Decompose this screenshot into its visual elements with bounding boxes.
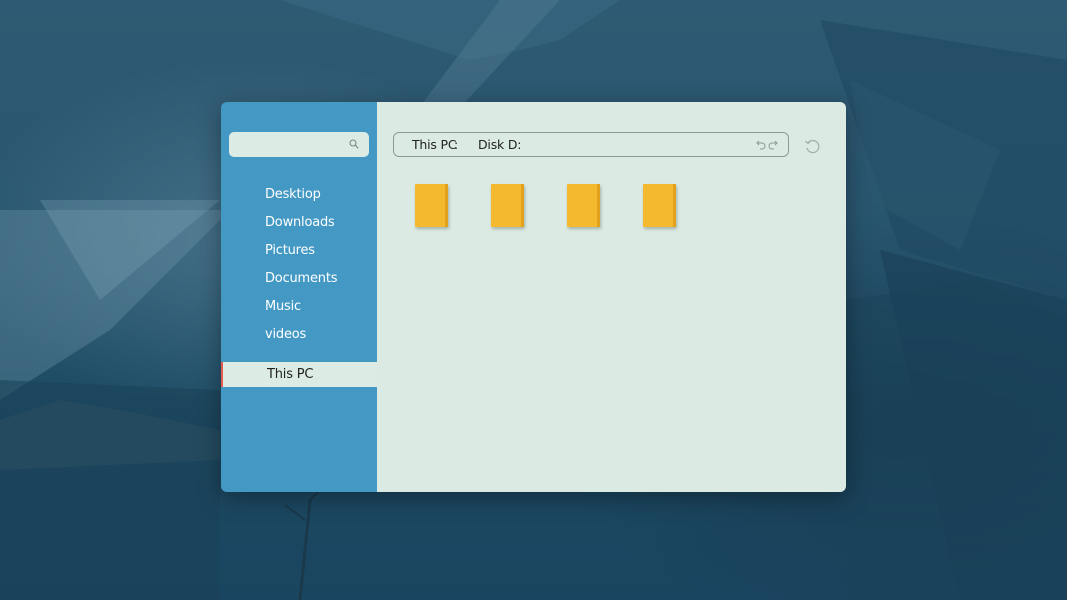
breadcrumb-separator: : [454, 137, 459, 152]
file-item[interactable] [491, 184, 525, 228]
sidebar: Desktiop Downloads Pictures Documents Mu… [221, 102, 377, 492]
file-explorer-window: Desktiop Downloads Pictures Documents Mu… [221, 102, 846, 492]
document-icon [567, 184, 600, 227]
file-item[interactable] [643, 184, 677, 228]
content-pane: This PC : Disk D: [377, 102, 846, 492]
document-icon [491, 184, 524, 227]
document-icon [643, 184, 676, 227]
sidebar-item-desktop[interactable]: Desktiop [221, 181, 377, 209]
search-icon[interactable] [349, 139, 359, 149]
sidebar-item-videos[interactable]: videos [221, 321, 377, 349]
redo-icon[interactable] [768, 139, 778, 150]
breadcrumb-this-pc[interactable]: This PC [412, 137, 457, 152]
document-icon [415, 184, 448, 227]
undo-icon[interactable] [756, 139, 766, 150]
file-item[interactable] [415, 184, 449, 228]
search-box[interactable] [229, 132, 369, 157]
sidebar-item-documents[interactable]: Documents [221, 265, 377, 293]
file-grid [415, 184, 719, 228]
sidebar-item-pictures[interactable]: Pictures [221, 237, 377, 265]
sidebar-item-music[interactable]: Music [221, 293, 377, 321]
sidebar-item-downloads[interactable]: Downloads [221, 209, 377, 237]
sidebar-item-this-pc[interactable]: This PC [221, 362, 377, 387]
sidebar-nav: Desktiop Downloads Pictures Documents Mu… [221, 181, 377, 349]
search-input[interactable] [235, 134, 349, 157]
file-item[interactable] [567, 184, 601, 228]
refresh-icon[interactable] [804, 138, 820, 154]
breadcrumb-disk-d[interactable]: Disk D: [478, 137, 521, 152]
address-bar[interactable]: This PC : Disk D: [393, 132, 789, 157]
